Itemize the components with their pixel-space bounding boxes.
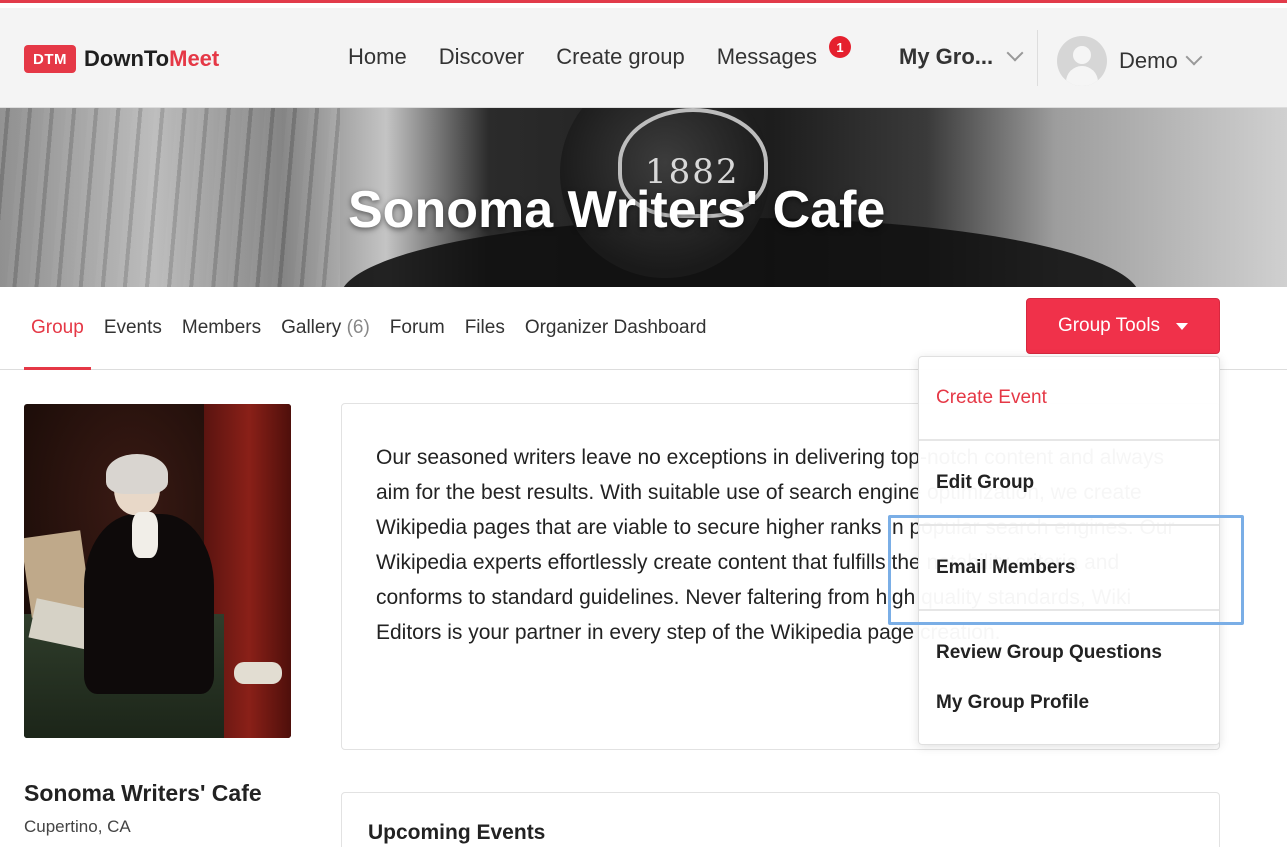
- menu-review-group-questions[interactable]: Review Group Questions: [936, 642, 1162, 664]
- chevron-down-icon: [1006, 44, 1024, 62]
- nav-home[interactable]: Home: [348, 44, 407, 70]
- logo-text: DownToMeet: [84, 46, 219, 72]
- upcoming-events-card: Upcoming Events: [341, 792, 1220, 847]
- portrait-hair: [106, 454, 168, 494]
- tab-forum[interactable]: Forum: [390, 317, 445, 339]
- user-menu[interactable]: Demo: [1057, 36, 1203, 86]
- tab-members[interactable]: Members: [182, 317, 261, 339]
- sidebar-group-name: Sonoma Writers' Cafe: [24, 780, 262, 806]
- nav-divider: [1037, 30, 1038, 86]
- nav-messages-label: Messages: [716, 44, 817, 69]
- gallery-count: (6): [346, 317, 370, 338]
- main-nav: Home Discover Create group Messages 1: [348, 36, 851, 70]
- tab-events[interactable]: Events: [104, 317, 162, 339]
- portrait-scroll: [234, 662, 282, 684]
- tab-gallery-label: Gallery: [281, 317, 342, 338]
- sidebar-location: Cupertino, CA: [24, 817, 131, 836]
- tab-organizer-dashboard[interactable]: Organizer Dashboard: [525, 317, 707, 339]
- messages-count-badge: 1: [828, 36, 851, 58]
- tab-gallery[interactable]: Gallery (6): [281, 317, 370, 339]
- caret-down-icon: [1176, 322, 1189, 330]
- user-name: Demo: [1119, 48, 1178, 73]
- chevron-down-icon: [1185, 48, 1203, 66]
- portrait-cravat: [132, 512, 158, 558]
- menu-my-group-profile[interactable]: My Group Profile: [936, 692, 1089, 714]
- logo-text-part1: DownTo: [84, 46, 170, 71]
- tab-files[interactable]: Files: [465, 317, 505, 339]
- nav-messages[interactable]: Messages 1: [716, 36, 851, 70]
- upcoming-events-title: Upcoming Events: [368, 821, 546, 844]
- group-banner: 1882 Sonoma Writers' Cafe: [0, 108, 1287, 287]
- top-navbar: DTM DownToMeet Home Discover Create grou…: [0, 8, 1287, 108]
- menu-edit-group[interactable]: Edit Group: [936, 472, 1034, 494]
- logo-text-part2: Meet: [169, 46, 220, 71]
- group-title: Sonoma Writers' Cafe: [348, 181, 886, 239]
- tab-group[interactable]: Group: [24, 317, 91, 370]
- menu-divider: [919, 439, 1219, 441]
- my-groups-dropdown[interactable]: My Gro...: [899, 44, 1024, 70]
- highlight-box: [888, 515, 1244, 625]
- nav-create-group[interactable]: Create group: [556, 44, 684, 70]
- banner-wood-texture: [0, 108, 340, 287]
- nav-discover[interactable]: Discover: [439, 44, 525, 70]
- group-tools-label: Group Tools: [1057, 315, 1161, 336]
- top-accent-line: [0, 0, 1287, 8]
- menu-create-event[interactable]: Create Event: [936, 387, 1047, 409]
- logo[interactable]: DTM DownToMeet: [24, 45, 219, 73]
- my-groups-label: My Gro...: [899, 44, 994, 69]
- group-tools-button[interactable]: Group Tools: [1026, 298, 1220, 354]
- logo-badge: DTM: [24, 45, 76, 73]
- tab-list: Group Events Members Gallery (6) Forum F…: [24, 317, 726, 370]
- group-photo: [24, 404, 291, 738]
- avatar: [1057, 36, 1107, 86]
